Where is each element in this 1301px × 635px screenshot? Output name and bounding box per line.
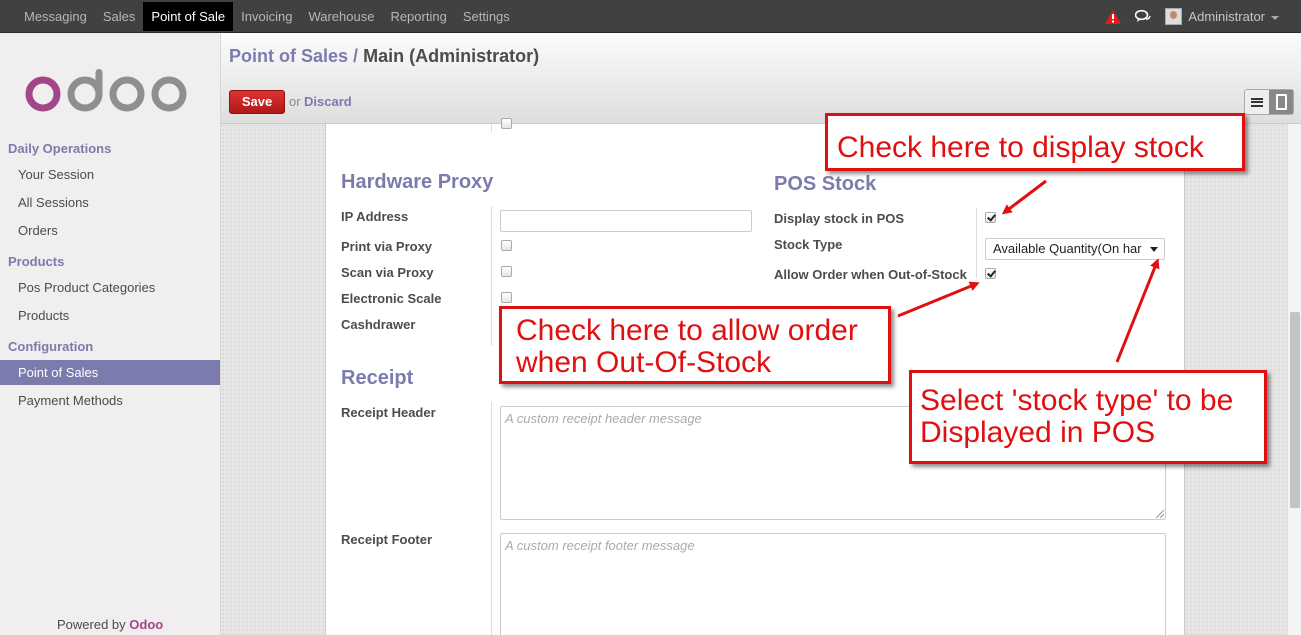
powered-by: Powered by Odoo	[57, 617, 163, 632]
sidebar-item-orders[interactable]: Orders	[0, 218, 220, 243]
breadcrumb-current: Main (Administrator)	[363, 46, 540, 66]
sidebar-item-point-of-sales[interactable]: Point of Sales	[0, 360, 220, 385]
pos-stock-title: POS Stock	[774, 173, 877, 195]
powered-by-link[interactable]: Odoo	[129, 617, 163, 632]
page-scrollbar[interactable]	[1287, 124, 1301, 635]
save-button[interactable]: Save	[229, 90, 285, 114]
warning-icon[interactable]	[1105, 9, 1122, 24]
sidebar-heading-daily-operations: Daily Operations	[8, 141, 112, 156]
receipt-footer-placeholder: A custom receipt footer message	[505, 538, 695, 553]
electronic-scale-checkbox[interactable]	[501, 292, 512, 303]
chat-icon[interactable]	[1135, 9, 1152, 24]
discard-button[interactable]: Discard	[304, 94, 352, 109]
field-divider	[491, 124, 492, 132]
receipt-footer-textarea[interactable]: A custom receipt footer message	[500, 533, 1166, 635]
receipt-footer-label: Receipt Footer	[341, 532, 433, 547]
menu-sales[interactable]: Sales	[95, 2, 144, 31]
allow-order-label: Allow Order when Out-of-Stock	[774, 267, 967, 282]
sidebar-item-products[interactable]: Products	[0, 303, 220, 328]
menu-messaging[interactable]: Messaging	[16, 2, 95, 31]
menu-point-of-sale[interactable]: Point of Sale	[143, 2, 234, 31]
cashdrawer-label: Cashdrawer	[341, 317, 416, 332]
clipped-checkbox[interactable]	[501, 118, 512, 129]
allow-order-checkbox[interactable]	[985, 268, 996, 279]
scrollbar-thumb[interactable]	[1290, 312, 1300, 508]
user-menu[interactable]: Administrator	[1188, 9, 1265, 24]
menu-invoicing[interactable]: Invoicing	[233, 2, 300, 31]
field-divider	[491, 206, 492, 346]
or-text: or	[289, 94, 301, 109]
receipt-title: Receipt	[341, 367, 414, 389]
hardware-proxy-title: Hardware Proxy	[341, 171, 494, 193]
ip-address-label: IP Address	[341, 209, 409, 224]
menu-settings[interactable]: Settings	[455, 2, 518, 31]
receipt-header-label: Receipt Header	[341, 405, 436, 420]
chevron-down-icon[interactable]	[1271, 15, 1279, 20]
scan-via-proxy-checkbox[interactable]	[501, 266, 512, 277]
callout-stock-type-line2: Displayed in POS	[920, 416, 1156, 449]
sidebar-heading-products: Products	[8, 254, 65, 269]
top-navbar: Messaging Sales Point of Sale Invoicing …	[0, 0, 1301, 33]
display-stock-checkbox[interactable]	[985, 212, 996, 223]
callout-display-stock: Check here to display stock	[825, 113, 1245, 171]
sidebar-item-payment-methods[interactable]: Payment Methods	[0, 388, 220, 413]
form-view-button[interactable]	[1269, 90, 1293, 114]
form-view-icon	[1275, 94, 1287, 110]
menu-reporting[interactable]: Reporting	[382, 2, 454, 31]
scan-via-proxy-label: Scan via Proxy	[341, 265, 434, 280]
callout-allow-order-line1: Check here to allow order	[516, 314, 858, 347]
powered-by-text: Powered by	[57, 617, 126, 632]
ip-address-input[interactable]	[500, 210, 752, 232]
odoo-logo[interactable]	[25, 69, 195, 113]
top-menu: Messaging Sales Point of Sale Invoicing …	[16, 0, 518, 33]
callout-stock-type-line1: Select 'stock type' to be	[920, 384, 1234, 417]
sidebar-heading-configuration: Configuration	[8, 339, 94, 354]
view-switcher	[1244, 89, 1294, 115]
sidebar-item-pos-product-categories[interactable]: Pos Product Categories	[0, 275, 220, 300]
stock-type-label: Stock Type	[774, 237, 843, 252]
print-via-proxy-label: Print via Proxy	[341, 239, 433, 254]
stock-type-value: Available Quantity(On har	[993, 241, 1142, 256]
topbar-right: Administrator	[1105, 0, 1279, 33]
receipt-header-placeholder: A custom receipt header message	[505, 411, 702, 426]
sidebar-item-your-session[interactable]: Your Session	[0, 162, 220, 187]
field-divider	[976, 208, 977, 278]
list-view-icon	[1251, 97, 1263, 107]
display-stock-label: Display stock in POS	[774, 211, 905, 226]
dropdown-arrow-icon	[1150, 247, 1158, 252]
breadcrumb-separator: /	[353, 46, 359, 66]
menu-warehouse[interactable]: Warehouse	[300, 2, 382, 31]
breadcrumb: Point of Sales / Main (Administrator)	[229, 46, 539, 67]
breadcrumb-link[interactable]: Point of Sales	[229, 46, 348, 66]
list-view-button[interactable]	[1245, 90, 1269, 114]
form-header: Point of Sales / Main (Administrator) Sa…	[221, 33, 1301, 124]
field-divider	[491, 402, 492, 635]
callout-display-stock-text: Check here to display stock	[837, 131, 1204, 164]
callout-allow-order: Check here to allow order when Out-Of-St…	[499, 306, 891, 384]
print-via-proxy-checkbox[interactable]	[501, 240, 512, 251]
resize-grip-icon[interactable]	[1156, 510, 1164, 518]
electronic-scale-label: Electronic Scale	[341, 291, 442, 306]
sidebar-item-all-sessions[interactable]: All Sessions	[0, 190, 220, 215]
sidebar: Daily Operations Your Session All Sessio…	[0, 33, 221, 635]
callout-stock-type: Select 'stock type' to be Displayed in P…	[909, 370, 1267, 464]
stock-type-select[interactable]: Available Quantity(On har	[985, 238, 1165, 260]
callout-allow-order-line2: when Out-Of-Stock	[516, 346, 772, 379]
avatar[interactable]	[1165, 8, 1183, 25]
